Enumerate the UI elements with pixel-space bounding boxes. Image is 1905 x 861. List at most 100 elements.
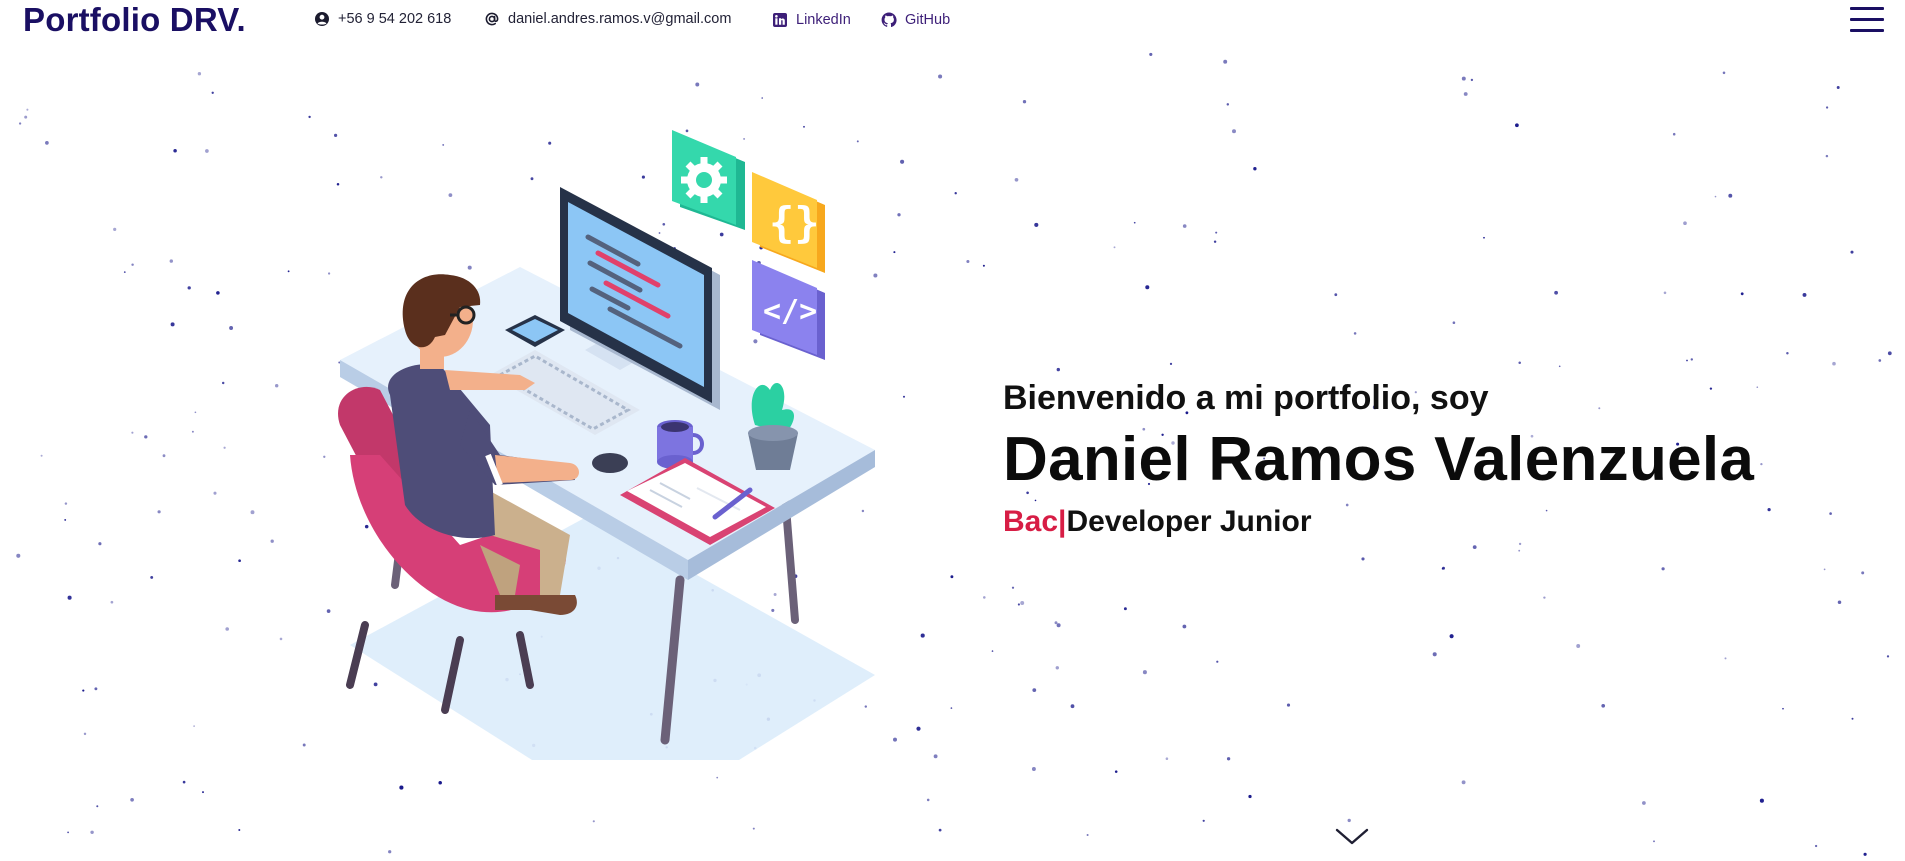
star-particle (94, 687, 98, 691)
star-particle (1361, 557, 1365, 561)
star-particle (1032, 688, 1037, 692)
star-particle (82, 689, 85, 692)
star-particle (1836, 86, 1840, 89)
star-particle (1878, 359, 1882, 362)
star-particle (695, 82, 700, 87)
star-particle (983, 596, 986, 599)
star-particle (1690, 358, 1693, 361)
star-particle (221, 381, 225, 385)
star-particle (1070, 704, 1075, 709)
star-particle (1334, 293, 1338, 297)
star-particle (1653, 840, 1655, 843)
star-particle (83, 732, 87, 736)
gear-icon (672, 130, 745, 230)
star-particle (110, 600, 114, 604)
star-particle (98, 542, 102, 546)
star-particle (1832, 361, 1836, 366)
star-particle (1347, 818, 1351, 823)
star-particle (1226, 103, 1230, 106)
star-particle (238, 829, 241, 831)
star-particle (1432, 652, 1437, 657)
star-particle (954, 192, 957, 195)
star-particle (1017, 603, 1020, 606)
star-particle (270, 539, 274, 543)
star-particle (1461, 780, 1466, 785)
star-particle (1442, 566, 1445, 570)
star-particle (1663, 291, 1667, 295)
star-particle (1601, 703, 1606, 708)
star-particle (982, 264, 985, 267)
star-particle (1223, 59, 1228, 64)
github-link[interactable]: GitHub (881, 10, 950, 30)
star-particle (182, 780, 186, 784)
at-sign-icon (485, 12, 499, 26)
star-particle (64, 502, 68, 505)
hero-section: Bienvenido a mi portfolio, soy Daniel Ra… (1003, 372, 1843, 542)
star-particle (1786, 352, 1789, 355)
linkedin-link[interactable]: LinkedIn (772, 10, 851, 30)
github-icon (881, 12, 897, 28)
star-particle (916, 726, 921, 731)
star-particle (1022, 100, 1027, 104)
linkedin-label: LinkedIn (796, 12, 851, 28)
star-particle (1714, 195, 1717, 198)
star-particle (1886, 655, 1890, 658)
phone-number: +56 9 54 202 618 (338, 11, 452, 27)
star-particle (157, 510, 161, 514)
star-particle (991, 650, 994, 652)
code-tag-icon: </> (752, 260, 825, 360)
star-particle (1353, 332, 1357, 335)
star-particle (229, 326, 234, 330)
star-particle (1728, 193, 1733, 198)
linkedin-icon (773, 13, 787, 27)
star-particle (194, 411, 197, 414)
star-particle (1149, 52, 1153, 56)
phone-contact: +56 9 54 202 618 (314, 9, 451, 29)
star-particle (1722, 71, 1726, 75)
star-particle (1543, 596, 1546, 599)
star-particle (966, 259, 970, 264)
star-particle (123, 271, 126, 273)
star-particle (216, 291, 220, 295)
star-particle (1782, 707, 1784, 710)
star-particle (893, 251, 896, 254)
star-particle (144, 435, 148, 439)
star-particle (1014, 177, 1019, 182)
greeting-text: Bienvenido a mi portfolio, soy (1003, 379, 1489, 417)
star-particle (40, 454, 43, 457)
star-particle (250, 510, 255, 515)
star-particle (399, 785, 404, 790)
star-particle (920, 633, 925, 638)
star-particle (131, 431, 134, 434)
star-particle (1055, 666, 1060, 670)
star-particle (1169, 362, 1173, 366)
star-particle (1114, 770, 1118, 773)
star-particle (162, 454, 166, 458)
brand-logo[interactable]: Portfolio DRV. (23, 0, 246, 40)
star-particle (752, 827, 755, 830)
star-particle (1863, 852, 1867, 856)
star-particle (1470, 78, 1474, 82)
star-particle (279, 637, 283, 641)
star-particle (1253, 167, 1257, 171)
star-particle (1814, 844, 1818, 848)
star-particle (197, 72, 202, 76)
star-particle (1887, 351, 1892, 356)
developer-desk-illustration: {} </> (338, 130, 875, 760)
star-particle (1011, 586, 1015, 589)
hamburger-menu-icon[interactable] (1850, 5, 1884, 35)
chevron-down-icon[interactable] (1334, 824, 1370, 848)
role-suffix: Developer Junior (1066, 505, 1312, 538)
star-particle (1216, 660, 1219, 663)
star-particle (131, 263, 134, 266)
star-particle (67, 595, 72, 600)
star-particle (1825, 154, 1829, 158)
star-particle (1554, 290, 1558, 295)
star-particle (900, 159, 905, 164)
star-particle (64, 518, 67, 521)
star-particle (1056, 623, 1061, 628)
star-particle (213, 491, 217, 495)
star-particle (1232, 129, 1236, 134)
star-particle (938, 828, 942, 832)
star-particle (302, 743, 306, 747)
